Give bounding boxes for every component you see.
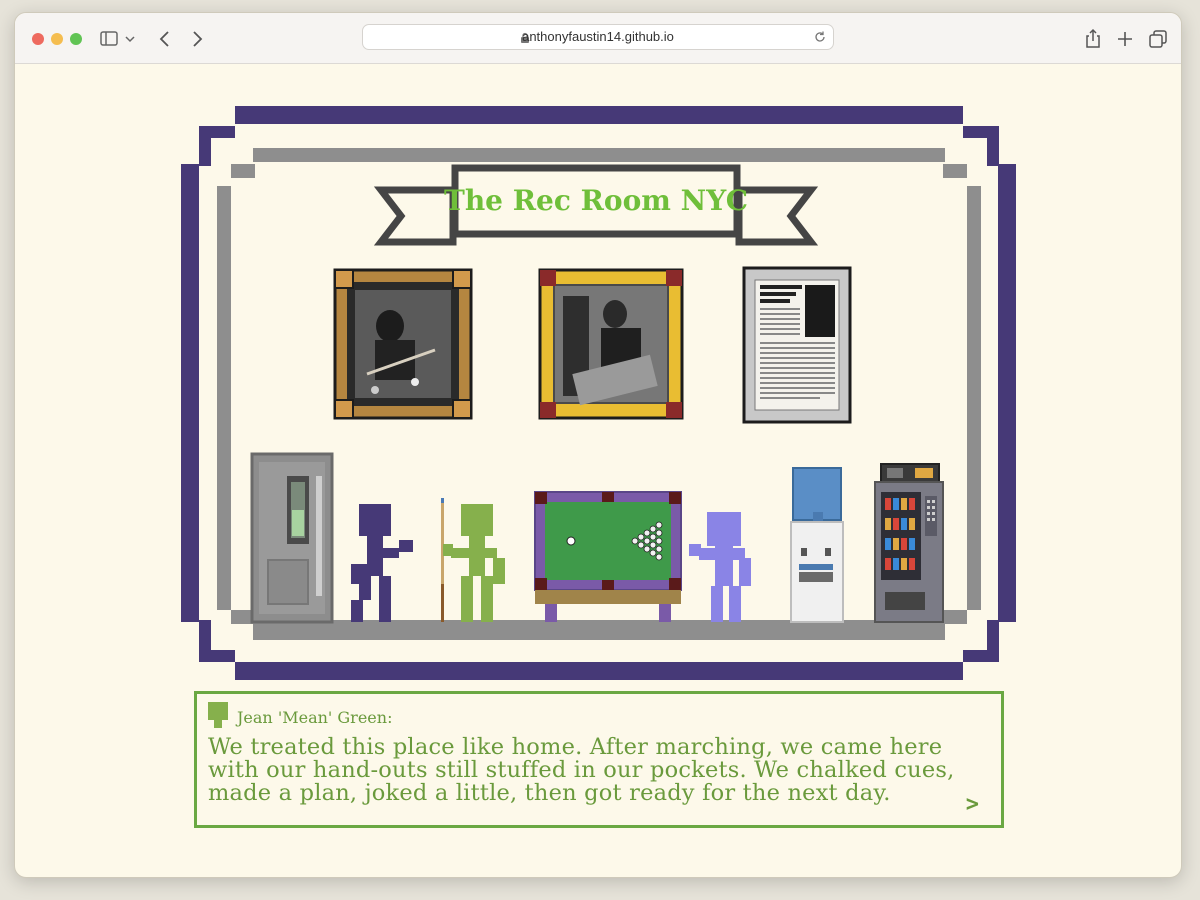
maximize-window-button[interactable] [70,33,82,45]
pool-cue[interactable] [441,498,444,622]
sidebar-icon[interactable] [99,27,123,51]
water-cooler[interactable] [790,467,844,623]
photo-frame-ornate[interactable] [333,268,473,420]
green-figure[interactable] [443,504,505,622]
lavender-figure[interactable] [689,512,751,622]
page-content: The Rec Room NYC Jean 'Mean' Green: We t… [15,64,1181,877]
dialog-box[interactable]: Jean 'Mean' Green: We treated this place… [194,691,1004,828]
next-dialog-button[interactable]: > [966,792,979,817]
speaker-icon [208,702,228,728]
dialog-text: We treated this place like home. After m… [208,734,955,806]
forward-arrow-icon[interactable] [185,27,209,51]
url-text: anthonyfaustin14.github.io [522,29,674,44]
title-banner: The Rec Room NYC [373,164,819,246]
browser-window: anthonyfaustin14.github.io The Rec Room … [14,12,1182,878]
back-arrow-icon[interactable] [153,27,177,51]
pool-table[interactable] [534,491,682,622]
purple-figure[interactable] [351,504,413,622]
new-tab-icon[interactable] [1113,27,1137,51]
minimize-window-button[interactable] [51,33,63,45]
scene-title: The Rec Room NYC [444,184,748,217]
chevron-down-icon[interactable] [123,27,137,51]
reload-icon[interactable] [813,30,827,44]
photo-frame-gold[interactable] [538,268,684,420]
newspaper-frame-silver[interactable] [742,266,852,424]
refrigerator[interactable] [250,452,334,624]
browser-toolbar: anthonyfaustin14.github.io [15,13,1181,64]
address-bar[interactable]: anthonyfaustin14.github.io [362,24,834,50]
vending-machine[interactable] [874,463,944,623]
tab-overview-icon[interactable] [1146,27,1170,51]
share-icon[interactable] [1081,27,1105,51]
close-window-button[interactable] [32,33,44,45]
speaker-name: Jean 'Mean' Green: [237,708,393,727]
